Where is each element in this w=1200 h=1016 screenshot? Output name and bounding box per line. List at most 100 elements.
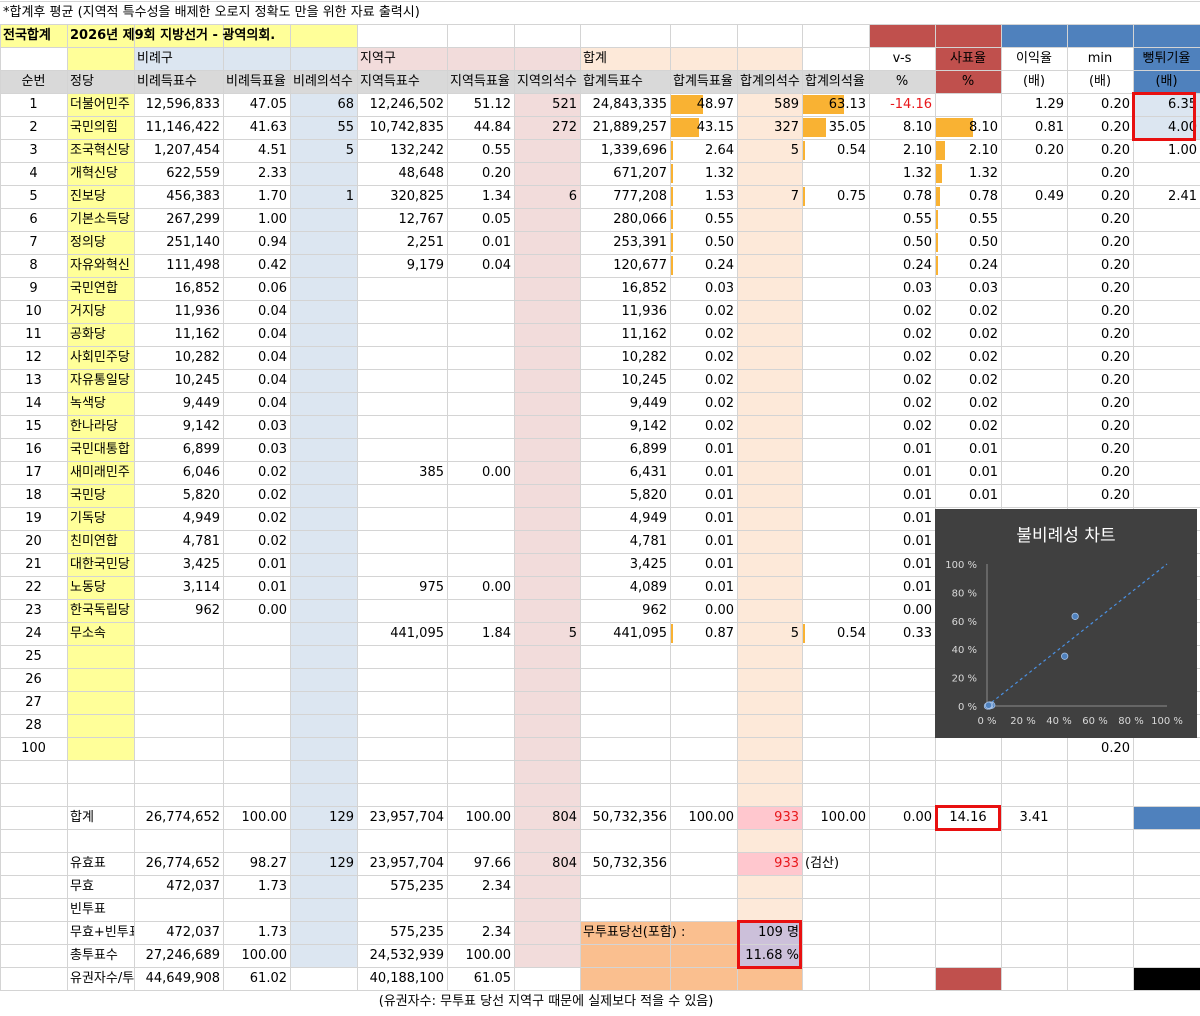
column-header[interactable]: 합계득표율: [670, 70, 737, 93]
cell-ls[interactable]: [514, 714, 580, 737]
cell-ratio[interactable]: [1001, 208, 1067, 231]
cell-tsp[interactable]: [802, 300, 869, 323]
cell-tv[interactable]: [580, 737, 670, 760]
cell-vs[interactable]: 0.55: [869, 208, 935, 231]
cell-ls[interactable]: [514, 139, 580, 162]
column-header[interactable]: 합계의석율: [802, 70, 869, 93]
total-lp[interactable]: 100.00: [447, 806, 514, 829]
party-name[interactable]: 개혁신당: [67, 162, 134, 185]
cell-jump[interactable]: [1133, 461, 1200, 484]
cell-lp[interactable]: 0.00: [447, 576, 514, 599]
cell-lp[interactable]: 0.00: [447, 461, 514, 484]
party-name[interactable]: 사회민주당: [67, 346, 134, 369]
cell-ls[interactable]: [514, 484, 580, 507]
cell-ls[interactable]: [514, 737, 580, 760]
cell-prs[interactable]: [290, 231, 357, 254]
cell-prs[interactable]: [290, 392, 357, 415]
cell-ts[interactable]: [737, 737, 802, 760]
row-number[interactable]: 100: [0, 737, 67, 760]
party-name[interactable]: 공화당: [67, 323, 134, 346]
cell-ts[interactable]: [737, 530, 802, 553]
summary-lp[interactable]: 97.66: [447, 852, 514, 875]
cell-tv[interactable]: 9,449: [580, 392, 670, 415]
cell-tsp[interactable]: [802, 231, 869, 254]
cell-tv[interactable]: 777,208: [580, 185, 670, 208]
cell-tp[interactable]: 0.01: [670, 461, 737, 484]
cell-sap[interactable]: 0.24: [935, 254, 1001, 277]
cell-prp[interactable]: [223, 645, 290, 668]
row-number[interactable]: 20: [0, 530, 67, 553]
party-name[interactable]: 기독당: [67, 507, 134, 530]
cell-min[interactable]: 0.20: [1067, 208, 1133, 231]
cell-prs[interactable]: [290, 484, 357, 507]
cell-tp[interactable]: 0.87: [670, 622, 737, 645]
summary-ls[interactable]: [514, 921, 580, 944]
cell-prv[interactable]: 12,596,833: [134, 93, 223, 116]
row-number[interactable]: 2: [0, 116, 67, 139]
summary-ts[interactable]: 933: [737, 852, 802, 875]
column-header[interactable]: 정당: [67, 70, 134, 93]
cell-prp[interactable]: 0.94: [223, 231, 290, 254]
cell-vs[interactable]: 0.24: [869, 254, 935, 277]
cell-prs[interactable]: [290, 576, 357, 599]
cell-prs[interactable]: [290, 530, 357, 553]
cell-lp[interactable]: [447, 438, 514, 461]
cell-ts[interactable]: [737, 576, 802, 599]
cell-sap[interactable]: 0.02: [935, 392, 1001, 415]
cell-ls[interactable]: 5: [514, 622, 580, 645]
summary-tv[interactable]: [580, 944, 670, 967]
summary-label[interactable]: 유효표: [67, 852, 134, 875]
cell-tp[interactable]: 0.02: [670, 323, 737, 346]
cell-prp[interactable]: 0.03: [223, 415, 290, 438]
cell-ratio[interactable]: 0.49: [1001, 185, 1067, 208]
cell-tv[interactable]: 5,820: [580, 484, 670, 507]
party-name[interactable]: [67, 691, 134, 714]
cell-lp[interactable]: 1.84: [447, 622, 514, 645]
cell-sap[interactable]: 0.02: [935, 369, 1001, 392]
cell-tv[interactable]: [580, 691, 670, 714]
cell-tsp[interactable]: [802, 507, 869, 530]
uncontested-label[interactable]: 무투표당선(포함) :: [580, 921, 737, 944]
cell-tsp[interactable]: [802, 346, 869, 369]
cell-lv[interactable]: 10,742,835: [357, 116, 447, 139]
summary-extra[interactable]: (검산): [802, 852, 869, 875]
cell-prs[interactable]: [290, 277, 357, 300]
cell-vs[interactable]: 0.02: [869, 392, 935, 415]
cell-prp[interactable]: 0.03: [223, 438, 290, 461]
column-header[interactable]: 지역득표수: [357, 70, 447, 93]
total-lv[interactable]: 23,957,704: [357, 806, 447, 829]
cell-tp[interactable]: 1.53: [670, 185, 737, 208]
cell-prp[interactable]: 0.02: [223, 484, 290, 507]
cell-tv[interactable]: 253,391: [580, 231, 670, 254]
cell-ls[interactable]: [514, 392, 580, 415]
cell-vs[interactable]: 0.00: [869, 599, 935, 622]
cell-sap[interactable]: [935, 93, 1001, 116]
total-tv[interactable]: 50,732,356: [580, 806, 670, 829]
column-header[interactable]: 지역득표율: [447, 70, 514, 93]
cell-lv[interactable]: [357, 415, 447, 438]
row-number[interactable]: 6: [0, 208, 67, 231]
cell-ratio[interactable]: [1001, 392, 1067, 415]
cell-tp[interactable]: 0.02: [670, 415, 737, 438]
summary-ls[interactable]: [514, 944, 580, 967]
summary-extra[interactable]: [802, 944, 869, 967]
cell-tv[interactable]: 962: [580, 599, 670, 622]
cell-jump[interactable]: [1133, 208, 1200, 231]
cell-min[interactable]: 0.20: [1067, 254, 1133, 277]
cell-lp[interactable]: [447, 323, 514, 346]
cell-tv[interactable]: 1,339,696: [580, 139, 670, 162]
cell-min[interactable]: 0.20: [1067, 484, 1133, 507]
cell-prs[interactable]: [290, 599, 357, 622]
cell-ls[interactable]: [514, 438, 580, 461]
summary-lp[interactable]: 2.34: [447, 921, 514, 944]
summary-prv[interactable]: [134, 898, 223, 921]
cell-ratio[interactable]: [1001, 323, 1067, 346]
row-number[interactable]: 1: [0, 93, 67, 116]
cell-lv[interactable]: 9,179: [357, 254, 447, 277]
cell-lv[interactable]: [357, 668, 447, 691]
cell-ls[interactable]: [514, 208, 580, 231]
cell-lv[interactable]: [357, 438, 447, 461]
cell-lp[interactable]: [447, 369, 514, 392]
cell-vs[interactable]: 0.33: [869, 622, 935, 645]
cell-ratio[interactable]: 1.29: [1001, 93, 1067, 116]
